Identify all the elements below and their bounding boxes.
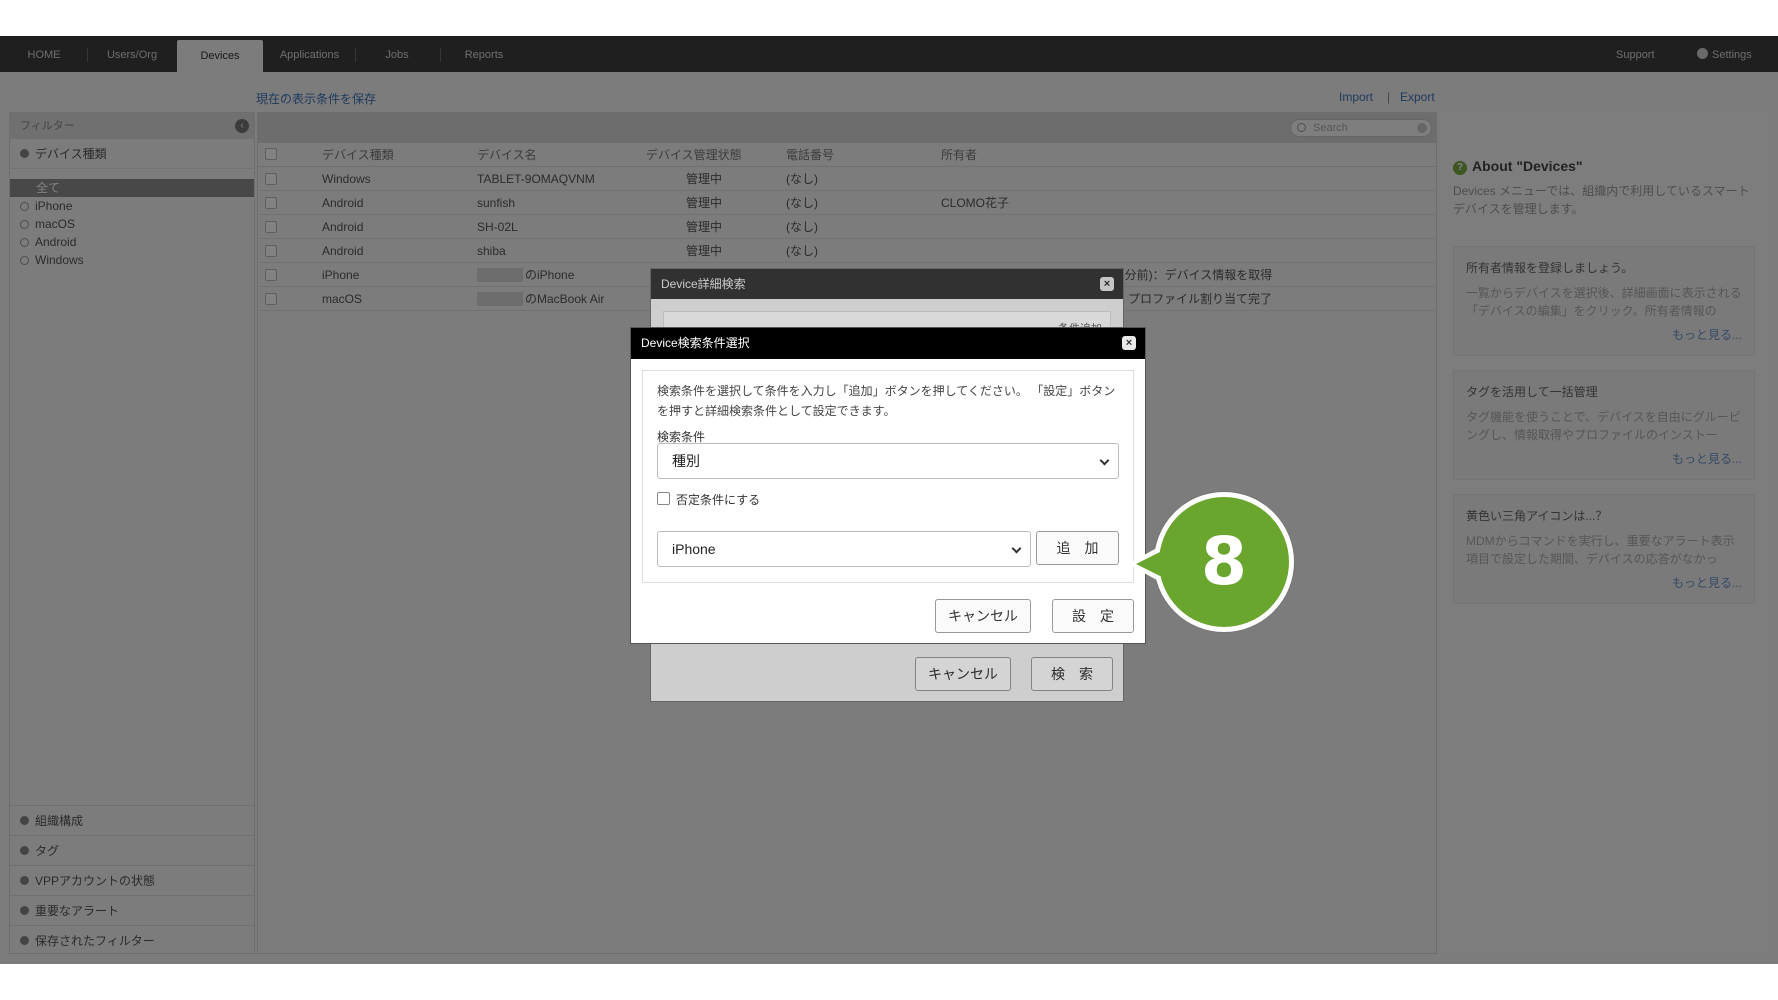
close-icon[interactable]: × — [1122, 336, 1136, 350]
step-number: 8 — [1201, 523, 1247, 600]
add-button[interactable]: 追 加 — [1036, 531, 1119, 565]
dialog-body: 検索条件を選択して条件を入力し「追加」ボタンを押してください。 「設定」ボタンを… — [642, 370, 1134, 583]
condition-select[interactable]: 種別 — [657, 443, 1119, 479]
instructions: 検索条件を選択して条件を入力し「追加」ボタンを押してください。 「設定」ボタンを… — [657, 384, 1116, 418]
callout-pointer-fill — [1136, 549, 1166, 579]
condition-select-dialog: Device検索条件選択 × 検索条件を選択して条件を入力し「追加」ボタンを押し… — [630, 327, 1146, 644]
value-select[interactable]: iPhone — [657, 531, 1031, 567]
cancel-button[interactable]: キャンセル — [935, 599, 1031, 633]
condition-select-value: 種別 — [672, 453, 700, 469]
set-button[interactable]: 設 定 — [1052, 599, 1134, 633]
value-select-value: iPhone — [672, 541, 716, 557]
negate-label[interactable]: 否定条件にする — [676, 491, 760, 508]
negate-checkbox[interactable] — [657, 492, 670, 505]
dialog-title: Device検索条件選択 — [631, 328, 1145, 359]
step-callout: 8 — [1154, 492, 1294, 632]
chevron-down-icon — [1099, 455, 1110, 466]
chevron-down-icon — [1011, 543, 1022, 554]
